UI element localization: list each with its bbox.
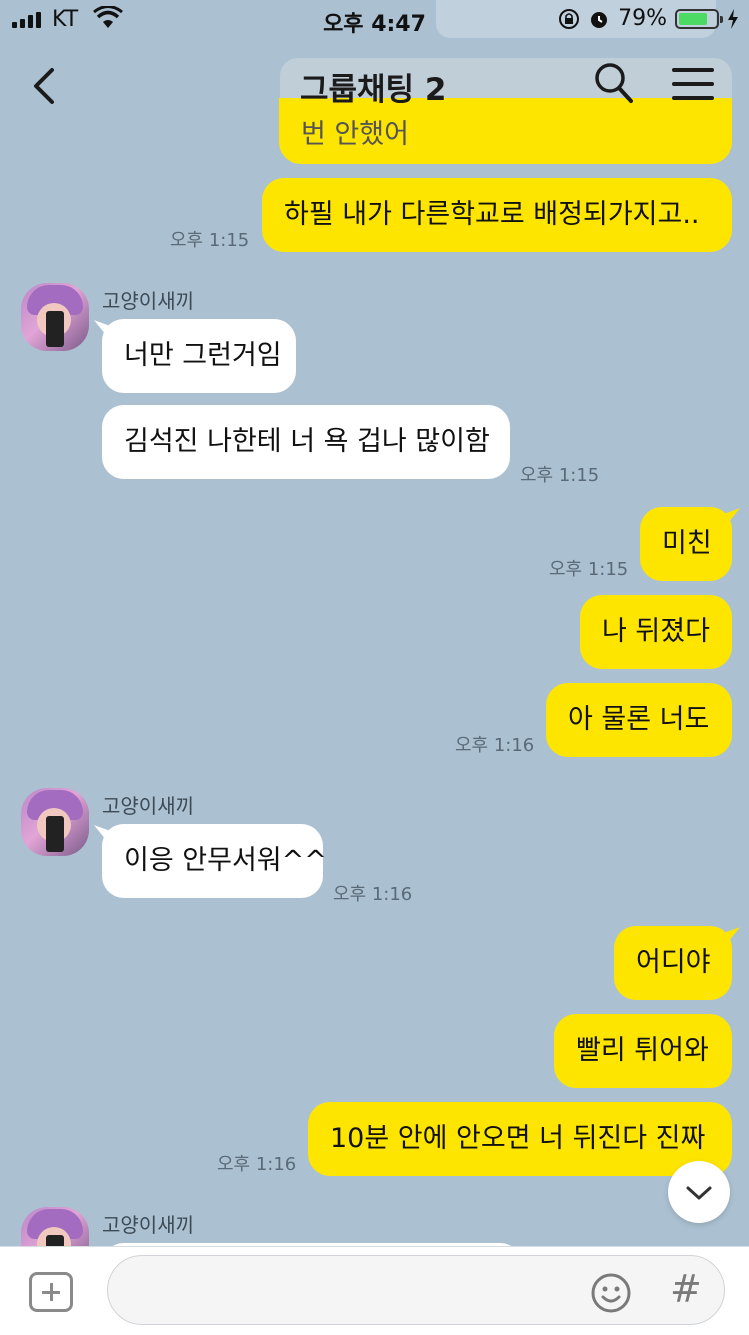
message-bubble[interactable]: 나 뒤졌다	[580, 595, 732, 669]
message-bubble[interactable]: 어디야	[614, 926, 732, 1000]
message-time: 오후 1:16	[455, 735, 535, 756]
menu-icon[interactable]	[672, 68, 714, 110]
sender-name: 고양이새끼	[102, 1213, 194, 1237]
hash-icon[interactable]: #	[670, 1267, 702, 1311]
message-bubble[interactable]: 김석진 나한테 너 욕 겁나 많이함	[102, 405, 510, 479]
sender-name: 고양이새끼	[102, 794, 194, 818]
message-bubble[interactable]: 이응 안무서워^^	[102, 824, 327, 898]
message-time: 오후 1:16	[333, 884, 413, 905]
battery-percent: 79%	[618, 6, 667, 31]
avatar[interactable]	[21, 1207, 89, 1246]
chat-header: 그룹채팅 2	[0, 40, 749, 130]
message-bubble[interactable]: 하필 내가 다른학교로 배정되가지고..	[262, 178, 732, 252]
sender-name: 고양이새끼	[102, 289, 194, 313]
message-area: 번 안했어 하필 내가 다른학교로 배정되가지고.. 오후 1:15 고양이새끼…	[0, 0, 749, 1246]
emoji-icon[interactable]	[590, 1272, 632, 1314]
message-time: 오후 1:15	[170, 230, 250, 251]
status-bar: KT 오후 4:47 79%	[0, 0, 749, 40]
message-bubble[interactable]: 미친	[640, 507, 732, 581]
input-bar: #	[0, 1246, 749, 1335]
message-time: 오후 1:16	[217, 1154, 297, 1175]
chevron-down-icon	[686, 1186, 712, 1200]
avatar[interactable]	[21, 788, 89, 856]
message-time: 오후 1:15	[520, 465, 600, 486]
scroll-down-button[interactable]	[668, 1161, 730, 1223]
alarm-icon	[591, 11, 608, 28]
message-input[interactable]	[107, 1255, 725, 1325]
rotation-lock-icon	[559, 8, 580, 29]
search-icon[interactable]	[594, 62, 634, 104]
back-arrow-icon[interactable]	[30, 66, 60, 106]
plus-icon[interactable]	[29, 1272, 73, 1312]
charging-icon	[728, 8, 738, 29]
message-bubble[interactable]: 아 물론 너도	[546, 683, 732, 757]
message-time: 오후 1:15	[549, 559, 629, 580]
battery-fill	[679, 12, 708, 25]
message-bubble[interactable]: 너만 그런거임	[102, 319, 296, 393]
battery-icon	[675, 8, 723, 29]
avatar[interactable]	[21, 283, 89, 351]
page-title: 그룹채팅 2	[300, 72, 447, 108]
message-bubble[interactable]: 빨리 튀어와	[554, 1014, 732, 1088]
